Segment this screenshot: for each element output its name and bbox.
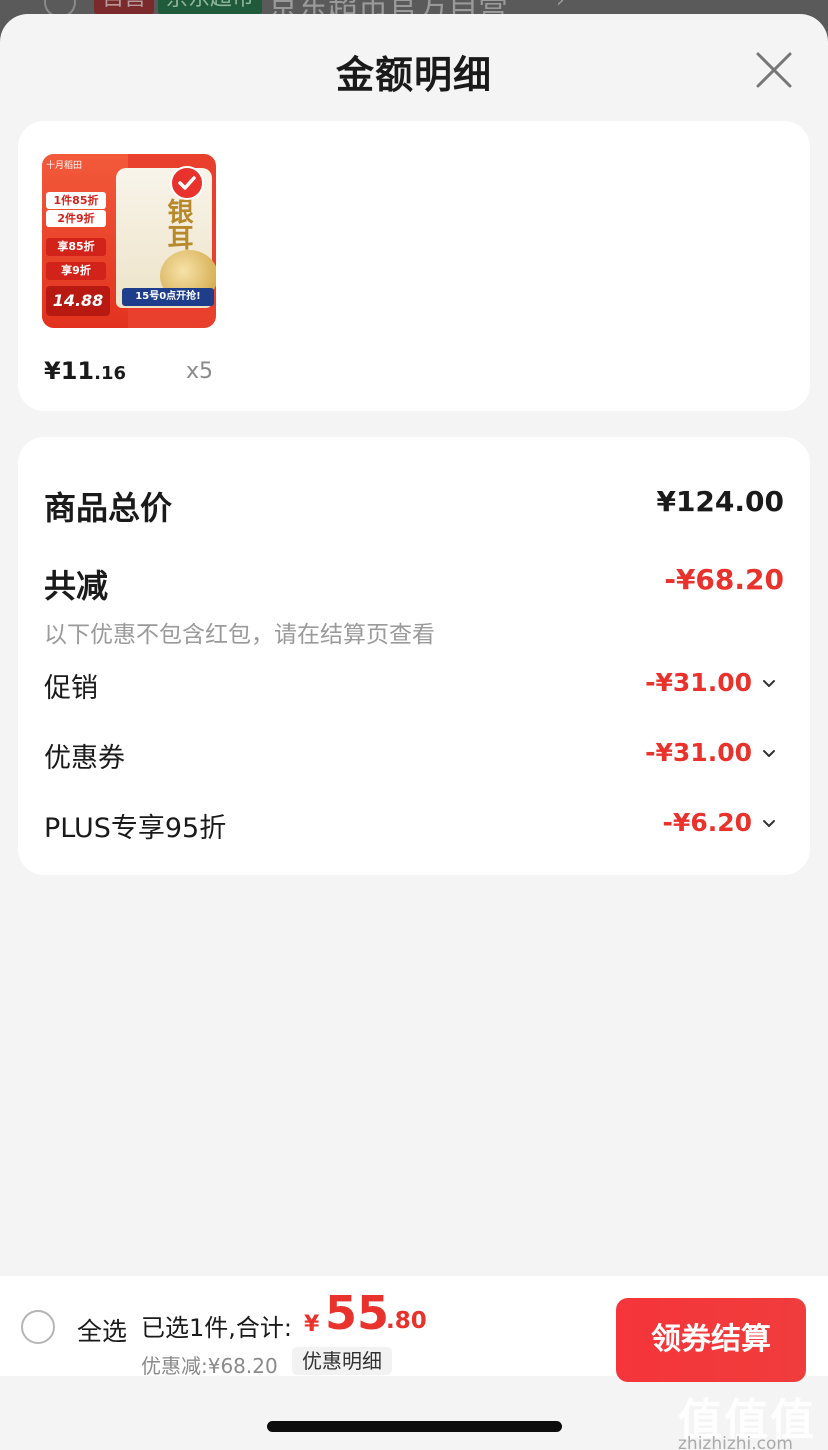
chevron-down-icon	[763, 750, 775, 757]
total-price-label: 商品总价	[44, 489, 173, 527]
total-amount-dec: .80	[386, 1308, 427, 1334]
sheet-title: 金额明细	[335, 53, 492, 97]
watermark: 值值值 zhizhizhi.com	[676, 1384, 822, 1450]
promotion-row[interactable]: 促销 -¥31.00	[18, 658, 810, 708]
chevron-right-icon: ›	[556, 0, 565, 13]
plus-discount-value: -¥6.20	[662, 808, 752, 837]
background-tag-self: 自营	[94, 0, 155, 14]
selected-count-text: 已选1件,合计:	[141, 1314, 292, 1342]
total-currency: ¥	[304, 1312, 320, 1337]
select-all-radio[interactable]	[21, 1310, 55, 1344]
watermark-url: zhizhizhi.com	[678, 1434, 793, 1450]
discount-summary: 优惠减:¥68.20	[141, 1354, 278, 1378]
summary-card: 商品总价 ¥124.00 共减 -¥68.20 以下优惠不包含红包，请在结算页查…	[18, 437, 810, 875]
close-icon[interactable]	[752, 48, 796, 92]
product-quantity: x5	[186, 359, 214, 384]
unit-price-int: 11	[60, 357, 95, 385]
product-card: 十月稻田 1件85折 2件9折 享85折 享9折 14.88 银耳 15号0点开…	[18, 121, 810, 411]
total-amount-int: 55	[325, 1286, 390, 1340]
amount-detail-sheet: 金额明细 十月稻田 1件85折 2件9折 享85折 享9折 14.88 银耳 1…	[0, 14, 828, 1450]
total-reduction-label: 共减	[44, 567, 109, 605]
unit-price-dec: .16	[94, 363, 126, 384]
promotion-label: 促销	[44, 673, 98, 704]
checkout-button[interactable]: 领券结算	[616, 1298, 806, 1382]
home-indicator[interactable]	[267, 1421, 562, 1432]
coupon-value: -¥31.00	[645, 738, 752, 767]
select-all-label[interactable]: 全选	[77, 1312, 127, 1348]
product-price-tag: 14.88	[46, 286, 110, 316]
product-launch-tag: 15号0点开抢!	[122, 288, 214, 306]
background-tag-supermarket: 京东超市	[158, 0, 263, 14]
chevron-down-icon	[763, 680, 775, 687]
check-icon	[170, 166, 204, 200]
promotion-value: -¥31.00	[645, 668, 752, 697]
product-unit-price: ¥11.16	[44, 357, 126, 385]
discount-note: 以下优惠不包含红包，请在结算页查看	[44, 622, 435, 648]
checkout-bar: 全选 已选1件,合计: ¥ 55 .80 优惠减:¥68.20 优惠明细 领券结…	[0, 1276, 828, 1382]
coupon-row[interactable]: 优惠券 -¥31.00	[18, 728, 810, 778]
unit-price-symbol: ¥	[44, 357, 61, 385]
total-price-value: ¥124.00	[656, 485, 784, 518]
product-image[interactable]: 十月稻田 1件85折 2件9折 享85折 享9折 14.88 银耳 15号0点开…	[42, 154, 216, 328]
product-brand: 十月稻田	[46, 161, 83, 171]
product-deal-2: 享9折	[46, 262, 106, 280]
total-reduction-value: -¥68.20	[664, 563, 784, 596]
product-promo-2: 2件9折	[46, 210, 106, 227]
chevron-down-icon	[763, 820, 775, 827]
product-deal-1: 享85折	[46, 238, 106, 256]
product-bag-title: 银耳	[163, 198, 193, 250]
coupon-label: 优惠券	[44, 743, 125, 774]
plus-discount-row[interactable]: PLUS专享95折 -¥6.20	[18, 798, 810, 848]
plus-discount-label: PLUS专享95折	[44, 813, 227, 844]
product-promo-1: 1件85折	[46, 192, 106, 209]
discount-detail-button[interactable]: 优惠明细	[292, 1347, 392, 1375]
